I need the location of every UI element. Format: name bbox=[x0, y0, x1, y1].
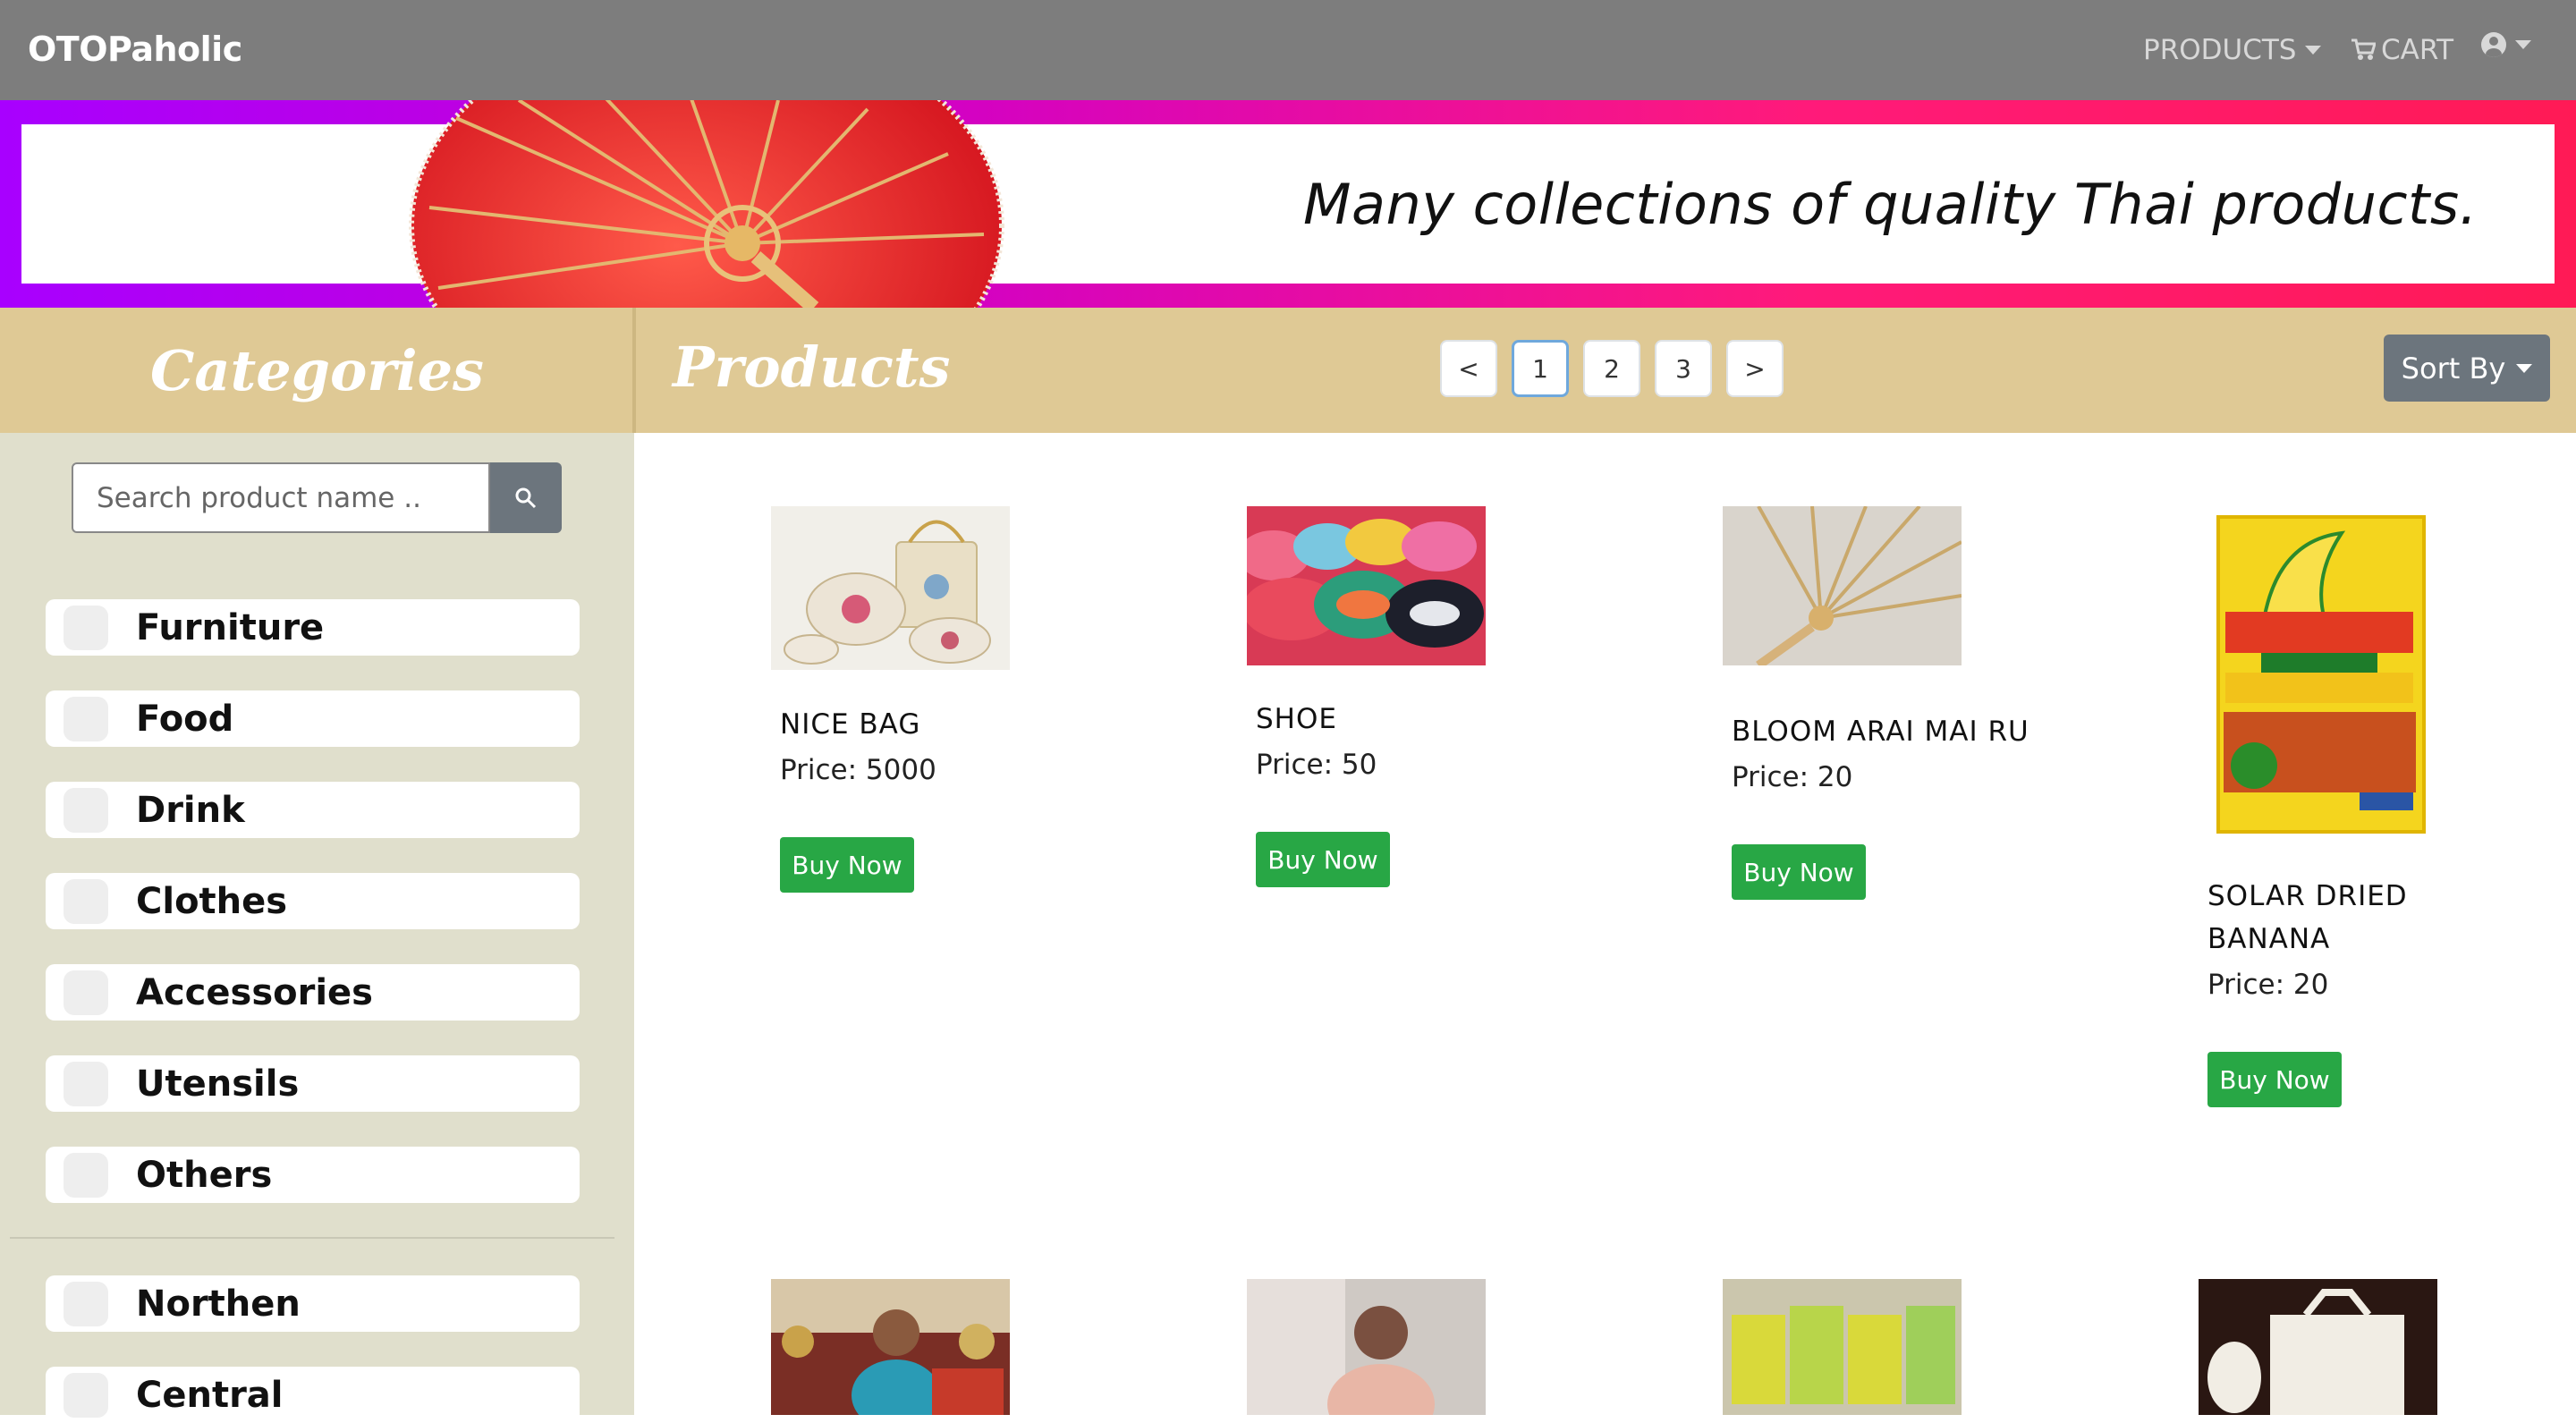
search-input[interactable]: Search product name .. bbox=[72, 462, 490, 533]
sort-by-label: Sort By bbox=[2401, 351, 2506, 385]
search-icon bbox=[515, 487, 537, 508]
category-checkbox[interactable] bbox=[64, 787, 108, 833]
user-menu[interactable] bbox=[2481, 32, 2531, 57]
category-food[interactable]: Food bbox=[46, 690, 580, 747]
product-image[interactable] bbox=[2199, 1279, 2437, 1415]
region-checkbox[interactable] bbox=[64, 1281, 108, 1326]
product-image[interactable] bbox=[1247, 1279, 1486, 1415]
region-northen[interactable]: Northen bbox=[46, 1275, 580, 1332]
category-checkbox[interactable] bbox=[64, 1061, 108, 1106]
product-name: SOLAR DRIED BANANA bbox=[2207, 880, 2408, 955]
category-label: Clothes bbox=[136, 880, 288, 922]
product-image[interactable] bbox=[1723, 1279, 1962, 1415]
sidebar-divider bbox=[10, 1237, 614, 1239]
product-image[interactable] bbox=[771, 1279, 1010, 1415]
products-menu-label: PRODUCTS bbox=[2143, 34, 2297, 66]
region-checkbox[interactable] bbox=[64, 1372, 108, 1418]
category-others[interactable]: Others bbox=[46, 1147, 580, 1203]
region-label: Central bbox=[136, 1374, 284, 1416]
brand-logo[interactable]: OTOPaholic bbox=[28, 30, 242, 69]
page-button-3[interactable]: 3 bbox=[1655, 340, 1712, 397]
category-accessories[interactable]: Accessories bbox=[46, 964, 580, 1021]
product-image[interactable] bbox=[771, 506, 1010, 670]
page-button-2[interactable]: 2 bbox=[1583, 340, 1640, 397]
cart-label: CART bbox=[2381, 34, 2454, 66]
products-menu[interactable]: PRODUCTS bbox=[2143, 34, 2322, 66]
categories-heading: Categories bbox=[150, 338, 484, 403]
product-image[interactable] bbox=[1247, 506, 1486, 665]
product-name: NICE BAG bbox=[780, 708, 921, 741]
prev-page-button[interactable]: < bbox=[1440, 340, 1497, 397]
buy-now-button[interactable]: Buy Now bbox=[1732, 844, 1866, 900]
category-checkbox[interactable] bbox=[64, 1152, 108, 1198]
user-icon bbox=[2481, 32, 2506, 57]
category-checkbox[interactable] bbox=[64, 970, 108, 1015]
category-label: Accessories bbox=[136, 971, 373, 1013]
buy-now-button[interactable]: Buy Now bbox=[780, 837, 914, 893]
chevron-down-icon bbox=[2305, 46, 2322, 55]
category-checkbox[interactable] bbox=[64, 696, 108, 741]
products-heading: Products bbox=[673, 335, 951, 400]
cart-icon bbox=[2351, 38, 2376, 60]
category-clothes[interactable]: Clothes bbox=[46, 873, 580, 929]
page-button-1[interactable]: 1 bbox=[1512, 340, 1569, 397]
category-checkbox[interactable] bbox=[64, 878, 108, 924]
buy-now-button[interactable]: Buy Now bbox=[2207, 1052, 2342, 1107]
category-checkbox[interactable] bbox=[64, 605, 108, 650]
chevron-down-icon bbox=[2516, 363, 2533, 373]
category-utensils[interactable]: Utensils bbox=[46, 1055, 580, 1112]
product-price: Price: 20 bbox=[1732, 761, 1853, 793]
buy-now-button[interactable]: Buy Now bbox=[1256, 832, 1390, 887]
next-page-button[interactable]: > bbox=[1726, 340, 1784, 397]
category-furniture[interactable]: Furniture bbox=[46, 599, 580, 656]
cart-link[interactable]: CART bbox=[2351, 34, 2453, 66]
top-navbar: OTOPaholic PRODUCTS CART bbox=[0, 0, 2576, 100]
product-price: Price: 20 bbox=[2207, 969, 2329, 1001]
region-label: Northen bbox=[136, 1283, 301, 1325]
category-label: Utensils bbox=[136, 1063, 300, 1105]
product-name: BLOOM ARAI MAI RU bbox=[1732, 716, 2029, 748]
product-price: Price: 5000 bbox=[780, 754, 936, 786]
product-image[interactable] bbox=[1723, 506, 1962, 665]
category-label: Furniture bbox=[136, 606, 325, 648]
product-name: SHOE bbox=[1256, 703, 1337, 735]
category-label: Drink bbox=[136, 789, 245, 831]
umbrella-image bbox=[402, 100, 1020, 308]
hero-banner: Many collections of quality Thai product… bbox=[0, 100, 2576, 308]
category-label: Others bbox=[136, 1154, 273, 1196]
category-label: Food bbox=[136, 698, 234, 740]
category-drink[interactable]: Drink bbox=[46, 782, 580, 838]
pagination: < 1 2 3 > bbox=[1440, 340, 1798, 397]
chevron-down-icon bbox=[2515, 40, 2531, 49]
banner-tagline: Many collections of quality Thai product… bbox=[1303, 172, 2478, 237]
product-image[interactable] bbox=[2199, 506, 2437, 839]
sort-by-button[interactable]: Sort By bbox=[2384, 335, 2550, 402]
search-button[interactable] bbox=[490, 462, 562, 533]
product-price: Price: 50 bbox=[1256, 749, 1377, 781]
